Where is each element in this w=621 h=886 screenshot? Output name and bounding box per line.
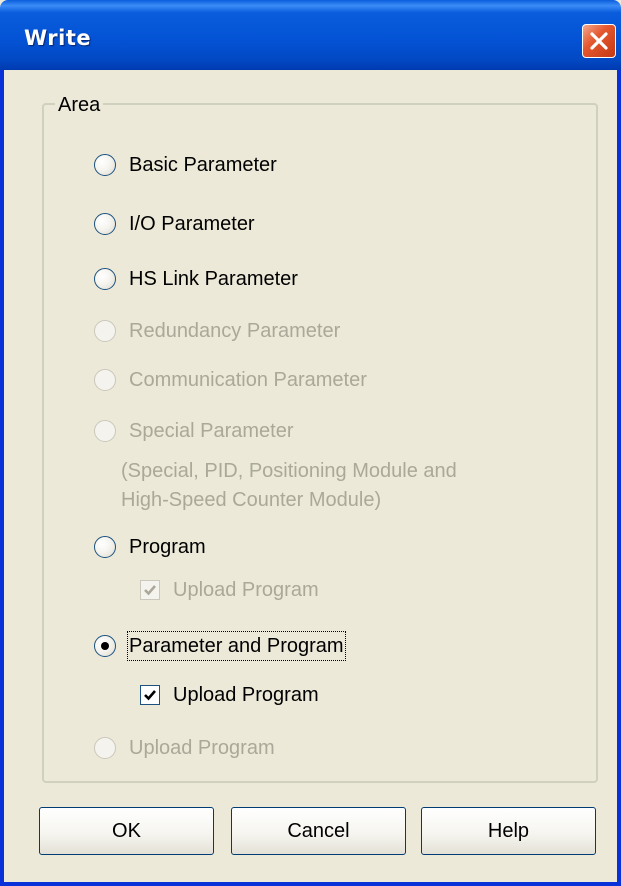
note-line: High-Speed Counter Module) [121, 489, 382, 511]
checkbox-label: Upload Program [173, 684, 319, 706]
radio-label: Communication Parameter [129, 369, 367, 391]
close-icon [590, 32, 608, 50]
radio-label: Program [129, 536, 206, 558]
radio-hs-link-parameter[interactable]: HS Link Parameter [94, 265, 298, 293]
radio-parameter-and-program[interactable]: Parameter and Program [94, 631, 346, 661]
ok-button[interactable]: OK [39, 807, 214, 855]
checkmark-icon [144, 690, 156, 701]
radio-upload-program: Upload Program [94, 734, 275, 762]
radio-redundancy-parameter: Redundancy Parameter [94, 317, 340, 345]
checkbox [140, 580, 160, 600]
radio-special-parameter: Special Parameter [94, 417, 294, 445]
special-parameter-note: (Special, PID, Positioning Module and Hi… [121, 457, 457, 515]
checkbox-upload-program-disabled: Upload Program [140, 576, 319, 604]
radio-label: HS Link Parameter [129, 268, 298, 290]
area-group-label: Area [55, 93, 104, 117]
checkbox-label: Upload Program [173, 579, 319, 601]
title-bar: Write [0, 0, 621, 70]
cancel-button[interactable]: Cancel [231, 807, 406, 855]
radio-button[interactable] [94, 213, 116, 235]
radio-button [94, 420, 116, 442]
radio-button [94, 737, 116, 759]
checkbox[interactable] [140, 685, 160, 705]
radio-label: Basic Parameter [129, 154, 277, 176]
checkbox-upload-program[interactable]: Upload Program [140, 681, 319, 709]
radio-communication-parameter: Communication Parameter [94, 366, 367, 394]
radio-button[interactable] [94, 536, 116, 558]
radio-label: Redundancy Parameter [129, 320, 341, 342]
radio-button[interactable] [94, 635, 116, 657]
radio-button[interactable] [94, 268, 116, 290]
close-button[interactable] [582, 24, 616, 58]
radio-label: Parameter and Program [127, 631, 346, 661]
checkmark-icon [144, 585, 156, 596]
radio-label: Upload Program [129, 737, 275, 759]
help-button[interactable]: Help [421, 807, 596, 855]
radio-button [94, 369, 116, 391]
radio-label: I/O Parameter [129, 213, 255, 235]
radio-button [94, 320, 116, 342]
radio-io-parameter[interactable]: I/O Parameter [94, 210, 255, 238]
radio-button[interactable] [94, 154, 116, 176]
window-title: Write [24, 26, 92, 50]
radio-label: Special Parameter [129, 420, 294, 442]
note-line: (Special, PID, Positioning Module and [121, 460, 457, 482]
radio-basic-parameter[interactable]: Basic Parameter [94, 151, 277, 179]
radio-program[interactable]: Program [94, 533, 206, 561]
